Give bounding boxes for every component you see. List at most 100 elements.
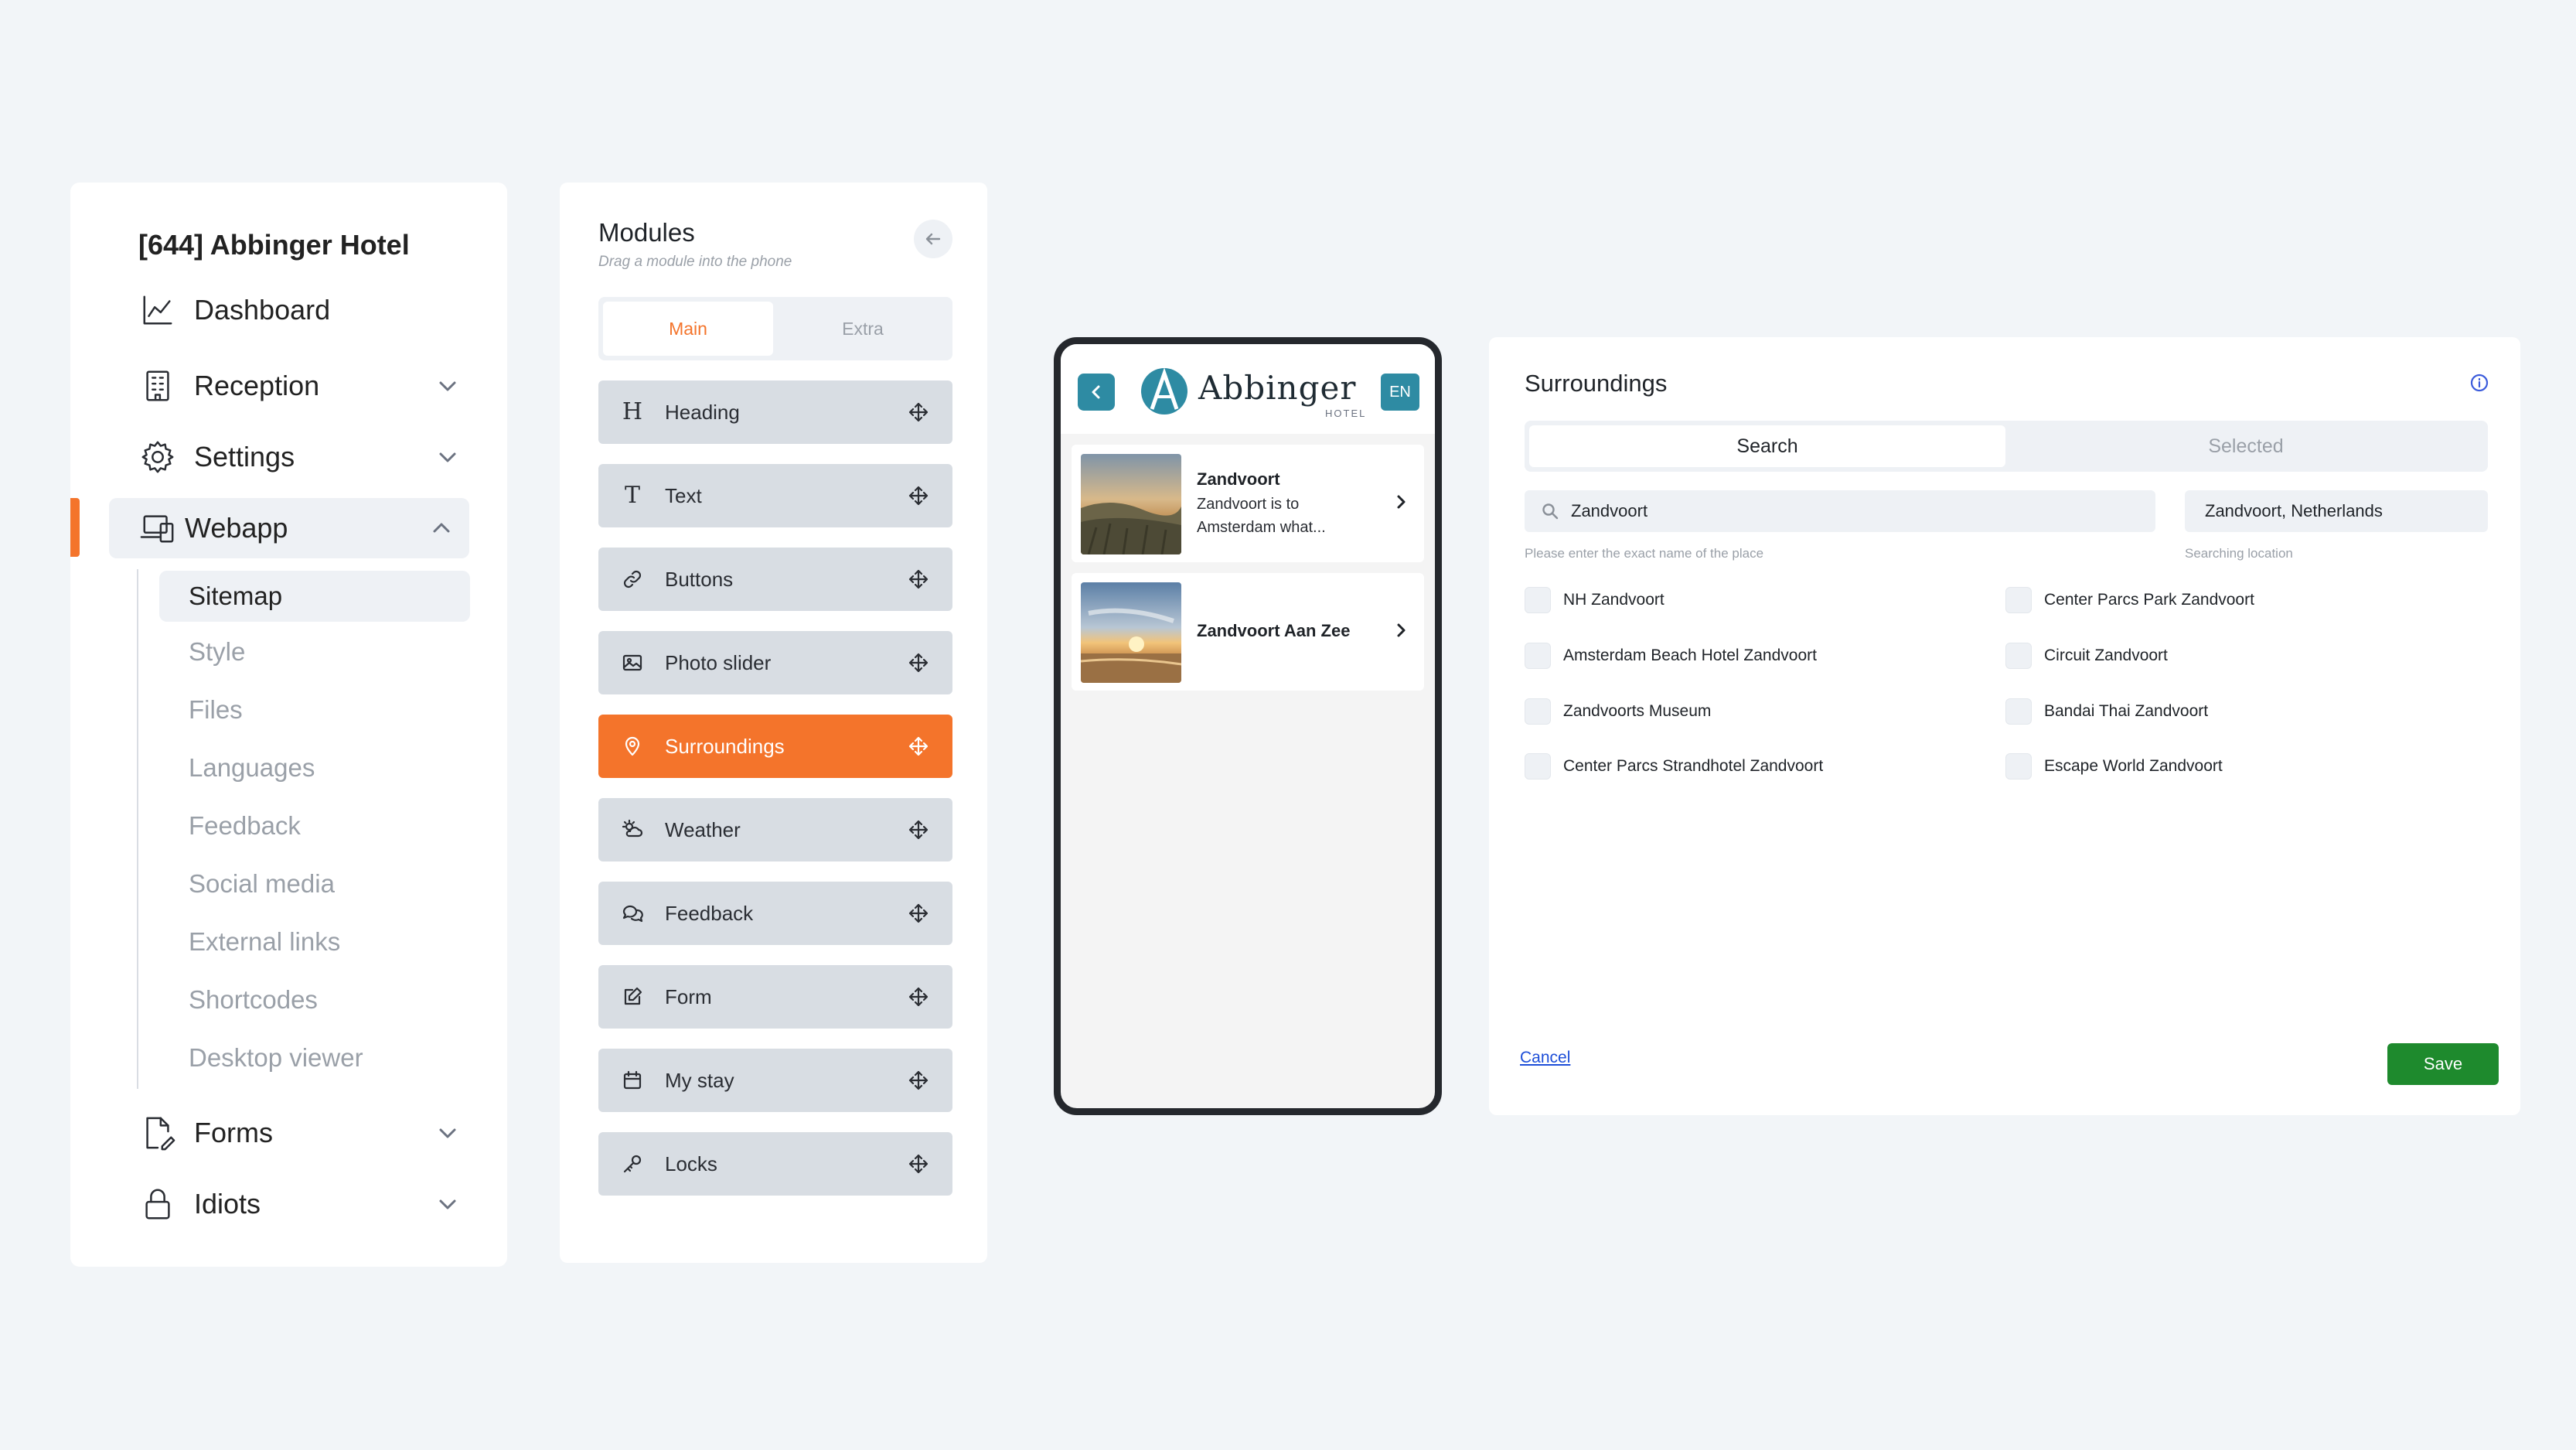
submenu-item-sitemap[interactable]: Sitemap (159, 571, 470, 622)
submenu-item-external-links[interactable]: External links (189, 927, 340, 957)
submenu-item-languages[interactable]: Languages (189, 753, 315, 783)
nav-item-reception[interactable]: Reception (107, 356, 506, 416)
nav-item-webapp[interactable]: Webapp (109, 498, 469, 558)
result-item[interactable]: Bandai Thai Zandvoort (2005, 698, 2208, 725)
hotel-title: [644] Abbinger Hotel (138, 229, 410, 261)
module-heading[interactable]: H Heading (598, 380, 952, 444)
place-card[interactable]: Zandvoort Zandvoort is to Amsterdam what… (1072, 445, 1424, 562)
nav-label-webapp: Webapp (185, 512, 288, 544)
file-edit-icon (138, 1114, 177, 1152)
module-form[interactable]: Form (598, 965, 952, 1029)
tab-selected[interactable]: Selected (2009, 425, 2483, 467)
checkbox[interactable] (1525, 698, 1551, 725)
checkbox[interactable] (1525, 753, 1551, 780)
search-field[interactable] (1525, 490, 2155, 532)
nav-item-dashboard[interactable]: Dashboard (107, 280, 506, 340)
result-item[interactable]: Amsterdam Beach Hotel Zandvoort (1525, 642, 1817, 670)
result-item[interactable]: Circuit Zandvoort (2005, 642, 2168, 670)
result-label: Amsterdam Beach Hotel Zandvoort (1563, 647, 1817, 664)
drag-handle-icon[interactable] (908, 1153, 929, 1175)
submenu-item-desktop-viewer[interactable]: Desktop viewer (189, 1043, 363, 1073)
cancel-link[interactable]: Cancel (1520, 1049, 1570, 1067)
logo-text: Abbinger (1198, 369, 1357, 407)
module-feedback[interactable]: Feedback (598, 882, 952, 945)
place-title: Zandvoort Aan Zee (1197, 621, 1351, 640)
module-label: Buttons (665, 567, 734, 591)
drag-handle-icon[interactable] (908, 401, 929, 423)
tab-search[interactable]: Search (1529, 425, 2005, 467)
tab-main[interactable]: Main (603, 302, 773, 356)
checkbox[interactable] (2005, 753, 2032, 780)
checkbox[interactable] (2005, 587, 2032, 613)
place-photo (1081, 454, 1181, 554)
map-pin-icon (618, 735, 646, 757)
result-label: Escape World Zandvoort (2044, 757, 2223, 775)
active-section-marker (70, 498, 80, 557)
drag-handle-icon[interactable] (908, 652, 929, 674)
chevron-right-icon (1392, 493, 1410, 511)
checkbox[interactable] (2005, 643, 2032, 669)
module-surroundings[interactable]: Surroundings (598, 715, 952, 778)
result-label: Circuit Zandvoort (2044, 647, 2168, 664)
submenu-item-shortcodes[interactable]: Shortcodes (189, 985, 318, 1015)
submenu-item-social-media[interactable]: Social media (189, 869, 335, 899)
result-item[interactable]: Escape World Zandvoort (2005, 752, 2223, 780)
nav-label-reception: Reception (194, 370, 320, 401)
module-text[interactable]: T Text (598, 464, 952, 527)
collapse-button[interactable] (914, 220, 952, 258)
drag-handle-icon[interactable] (908, 568, 929, 590)
phone-preview[interactable]: Abbinger HOTEL EN Zandvoort Zandvoort is… (1054, 337, 1442, 1115)
language-button[interactable]: EN (1381, 374, 1419, 411)
nav-item-idiots[interactable]: Idiots (107, 1174, 506, 1234)
chevron-down-icon (437, 446, 458, 468)
module-label: Weather (665, 817, 741, 841)
drag-handle-icon[interactable] (908, 735, 929, 757)
place-card[interactable]: Zandvoort Aan Zee (1072, 573, 1424, 691)
modules-panel: Modules Drag a module into the phone Mai… (560, 183, 987, 1263)
drag-handle-icon[interactable] (908, 819, 929, 841)
sidebar-nav: [644] Abbinger Hotel Dashboard Reception… (70, 183, 507, 1267)
module-buttons[interactable]: Buttons (598, 548, 952, 611)
save-button[interactable]: Save (2387, 1043, 2499, 1085)
nav-item-forms[interactable]: Forms (107, 1103, 506, 1163)
search-input[interactable] (1571, 501, 2143, 521)
result-label: Zandvoorts Museum (1563, 702, 1712, 720)
phone-back-button[interactable] (1078, 374, 1115, 411)
drag-handle-icon[interactable] (908, 986, 929, 1008)
place-title: Zandvoort (1197, 469, 1280, 489)
location-input[interactable] (2205, 501, 2475, 521)
submenu-item-feedback[interactable]: Feedback (189, 811, 301, 841)
editor-tabs: Search Selected (1525, 421, 2488, 472)
result-label: Bandai Thai Zandvoort (2044, 702, 2209, 720)
info-icon[interactable] (2469, 373, 2489, 393)
result-item[interactable]: Center Parcs Strandhotel Zandvoort (1525, 752, 1823, 780)
result-item[interactable]: Zandvoorts Museum (1525, 698, 1711, 725)
arrow-left-icon (925, 233, 941, 245)
nav-item-settings[interactable]: Settings (107, 427, 506, 487)
nav-label-idiots: Idiots (194, 1188, 261, 1220)
result-item[interactable]: NH Zandvoort (1525, 586, 1665, 614)
submenu-item-style[interactable]: Style (189, 637, 245, 667)
editor-title: Surroundings (1525, 370, 1668, 397)
weather-icon (618, 819, 646, 841)
result-item[interactable]: Center Parcs Park Zandvoort (2005, 586, 2254, 614)
chevron-up-icon (431, 517, 452, 539)
module-photo-slider[interactable]: Photo slider (598, 631, 952, 694)
drag-handle-icon[interactable] (908, 902, 929, 924)
surroundings-editor: Surroundings Search Selected Please ente… (1489, 337, 2520, 1115)
devices-icon (138, 509, 177, 548)
checkbox[interactable] (1525, 643, 1551, 669)
location-field[interactable] (2185, 490, 2488, 532)
drag-handle-icon[interactable] (908, 1070, 929, 1091)
drag-handle-icon[interactable] (908, 485, 929, 507)
module-my-stay[interactable]: My stay (598, 1049, 952, 1112)
result-label: Center Parcs Park Zandvoort (2044, 591, 2254, 609)
module-locks[interactable]: Locks (598, 1132, 952, 1196)
chevron-right-icon (1392, 621, 1410, 640)
result-label: NH Zandvoort (1563, 591, 1665, 609)
submenu-item-files[interactable]: Files (189, 695, 243, 725)
tab-extra[interactable]: Extra (778, 302, 948, 356)
checkbox[interactable] (2005, 698, 2032, 725)
module-weather[interactable]: Weather (598, 798, 952, 861)
checkbox[interactable] (1525, 587, 1551, 613)
